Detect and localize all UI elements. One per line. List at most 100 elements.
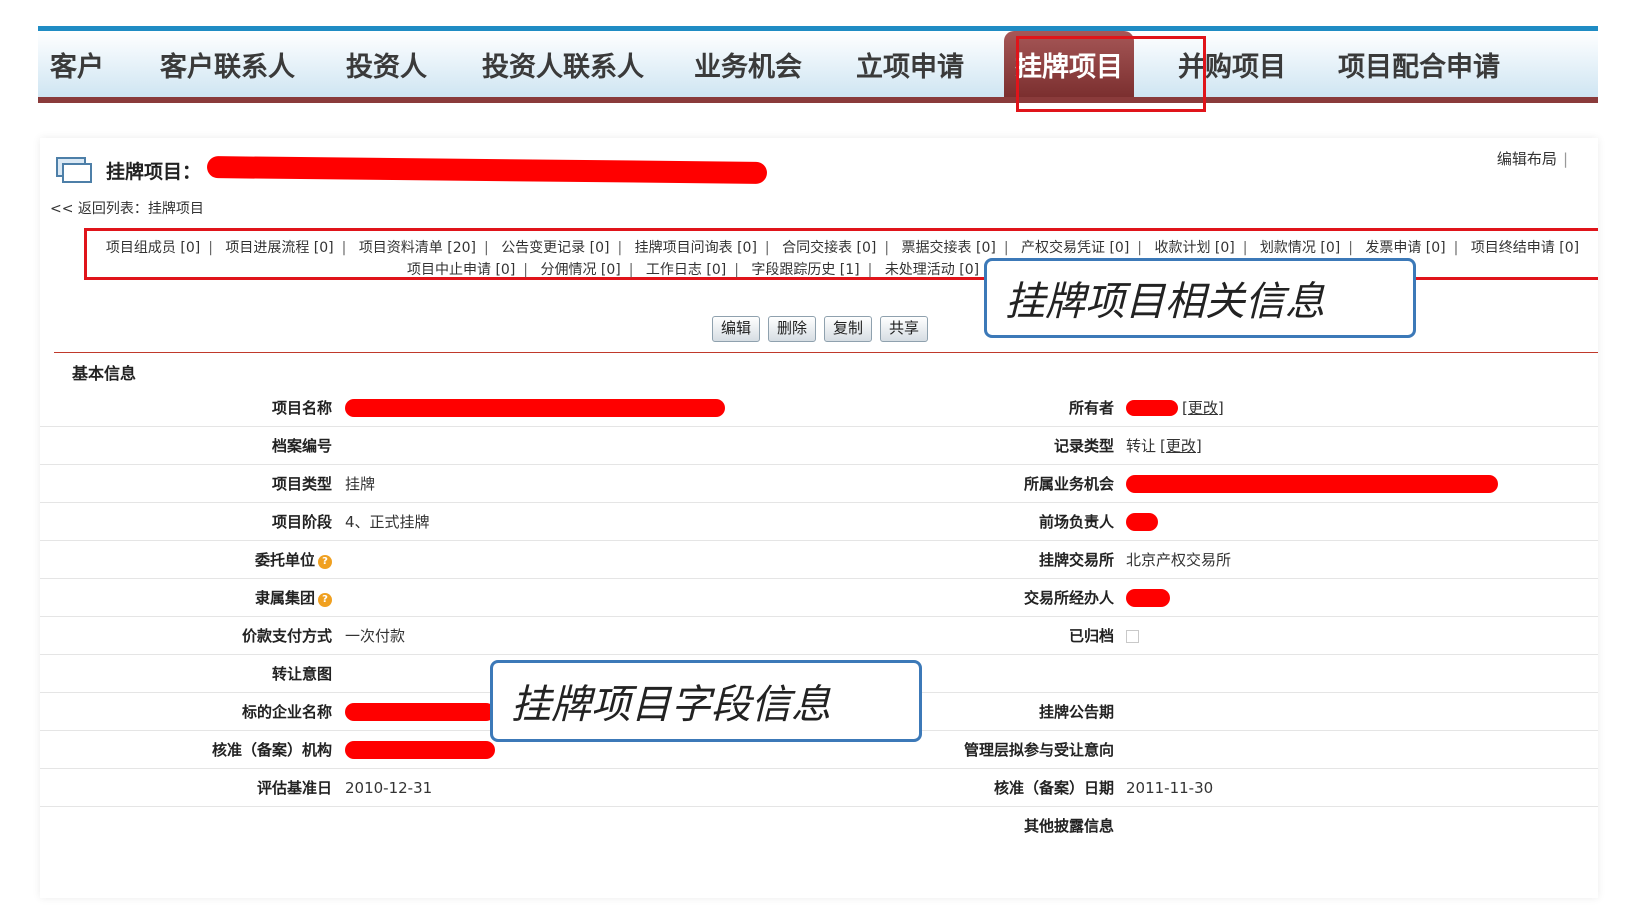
other-disclosure-value [1126,807,1596,845]
related-lists-row-1: 项目组成员 [0] | 项目进展流程 [0] | 项目资料清单 [20] | 公告变更… [105,240,1580,256]
exchange-value: 北京产权交易所 [1126,551,1232,569]
related-link-invoice-handover[interactable]: 票据交接表 [0] [902,240,996,256]
nav-tab-investors[interactable]: 投资人 [346,31,427,97]
delete-button[interactable]: 删除 [768,316,817,342]
field-label: 委托单位? [40,541,332,579]
project-stage-value: 4、正式挂牌 [345,513,430,531]
project-name-value [345,389,765,427]
table-row: 价款支付方式 一次付款 已归档 [40,617,1598,655]
related-link-announcement-changes[interactable]: 公告变更记录 [0] [501,240,609,256]
nav-tab-investor-contacts[interactable]: 投资人联系人 [482,31,644,97]
callout-related-info: 挂牌项目相关信息 [984,258,1416,338]
back-to-list-link[interactable]: << 返回列表：挂牌项目 [50,198,204,218]
redacted-value [345,399,725,417]
table-row: 项目名称 所有者 [更改] [40,389,1598,427]
record-type-change-link[interactable]: [更改] [1160,437,1202,455]
section-title-basic-info: 基本信息 [72,364,137,383]
help-icon[interactable]: ? [318,555,332,569]
table-row: 档案编号 记录类型 转让 [更改] [40,427,1598,465]
field-label: 前场负责人 [1038,513,1114,531]
related-link-progress-flow[interactable]: 项目进展流程 [0] [225,240,333,256]
group-value [345,579,765,617]
field-label: 项目类型 [271,475,332,493]
field-label: 价款支付方式 [241,627,332,645]
nav-tab-customer[interactable]: 客户 [50,31,104,97]
field-label: 所属业务机会 [1023,475,1114,493]
redacted-value [345,741,495,759]
approval-date-value: 2011-11-30 [1126,779,1214,797]
main-nav: 客户 客户联系人 投资人 投资人联系人 业务机会 立项申请 挂牌项目 并购项目 … [38,26,1598,104]
related-link-invoice-request[interactable]: 发票申请 [0] [1365,240,1445,256]
related-link-open-activities[interactable]: 未处理活动 [0] [885,262,979,278]
help-icon[interactable]: ? [318,593,332,607]
record-detail-panel: 挂牌项目： 编辑布局 | << 返回列表：挂牌项目 项目组成员 [0] | 项目进展… [40,138,1598,898]
exchange-agent-value[interactable] [1126,579,1596,617]
related-link-collection-plan[interactable]: 收款计划 [0] [1154,240,1234,256]
active-tab-highlight [1016,36,1206,112]
redacted-project-title [206,156,768,184]
archive-no-value [345,427,765,465]
table-row: 评估基准日 2010-12-31 核准（备案）日期 2011-11-30 [40,769,1598,807]
field-label: 项目阶段 [271,513,332,531]
payment-method-value: 一次付款 [345,627,406,645]
entrusting-unit-value [345,541,765,579]
share-button[interactable]: 共享 [880,316,929,342]
record-actions: 编辑 删除 复制 共享 [712,316,929,342]
archived-value [1126,617,1596,655]
nav-tab-opportunities[interactable]: 业务机会 [694,31,802,97]
field-label: 核准（备案）机构 [211,741,332,759]
table-row: 项目阶段 4、正式挂牌 前场负责人 [40,503,1598,541]
related-link-termination-request[interactable]: 项目终结申请 [0] [1471,240,1579,256]
table-row: 项目类型 挂牌 所属业务机会 [40,465,1598,503]
field-label: 转让意图 [271,665,332,683]
related-link-transaction-voucher[interactable]: 产权交易凭证 [0] [1021,240,1129,256]
valuation-date-value: 2010-12-31 [345,779,433,797]
table-row: 其他披露信息 [40,807,1598,845]
table-row: 委托单位? 挂牌交易所 北京产权交易所 [40,541,1598,579]
related-link-commission[interactable]: 分佣情况 [0] [540,262,620,278]
edit-button[interactable]: 编辑 [712,316,761,342]
page-title-row: 挂牌项目： [56,152,768,188]
record-icon [56,157,92,183]
redacted-value [345,703,495,721]
management-intent-value [1126,731,1596,769]
related-link-field-history[interactable]: 字段跟踪历史 [1] [751,262,859,278]
redacted-value [1126,589,1170,607]
archived-checkbox [1126,630,1139,643]
field-label: 交易所经办人 [1023,589,1114,607]
redacted-value [1126,513,1158,531]
related-link-work-log[interactable]: 工作日志 [0] [646,262,726,278]
field-label: 评估基准日 [256,779,332,797]
callout-field-info: 挂牌项目字段信息 [490,660,922,742]
record-type-value: 转让 [更改] [1126,437,1202,455]
project-type-value: 挂牌 [345,475,376,493]
field-label: 项目名称 [271,399,332,417]
field-label: 其他披露信息 [1023,817,1114,835]
redacted-value [1126,400,1178,416]
section-divider [54,352,1598,353]
related-link-suspension-request[interactable]: 项目中止申请 [0] [407,262,515,278]
owner-value: [更改] [1126,389,1596,427]
redacted-value [1126,475,1498,493]
field-label: 核准（备案）日期 [993,779,1114,797]
field-label: 标的企业名称 [241,703,332,721]
copy-button[interactable]: 复制 [824,316,873,342]
field-label: 已归档 [1068,627,1114,645]
edit-layout-link[interactable]: 编辑布局 | [1497,148,1568,169]
field-label: 挂牌交易所 [1038,551,1114,569]
related-link-transfer-status[interactable]: 划款情况 [0] [1260,240,1340,256]
nav-tab-customer-contacts[interactable]: 客户联系人 [160,31,295,97]
related-link-team-members[interactable]: 项目组成员 [0] [106,240,200,256]
owner-change-link[interactable]: [更改] [1182,399,1224,417]
nav-tab-cooperation-applications[interactable]: 项目配合申请 [1338,31,1500,97]
nav-bottom-line [38,97,1598,103]
field-label: 档案编号 [271,437,332,455]
nav-tab-project-applications[interactable]: 立项申请 [856,31,964,97]
business-opportunity-value[interactable] [1126,465,1596,503]
front-lead-value[interactable] [1126,503,1596,541]
related-link-contract-handover[interactable]: 合同交接表 [0] [782,240,876,256]
related-link-inquiry-form[interactable]: 挂牌项目问询表 [0] [635,240,757,256]
related-link-document-list[interactable]: 项目资料清单 [20] [359,240,476,256]
announcement-period-value [1126,693,1596,731]
field-label: 所有者 [1068,399,1114,417]
